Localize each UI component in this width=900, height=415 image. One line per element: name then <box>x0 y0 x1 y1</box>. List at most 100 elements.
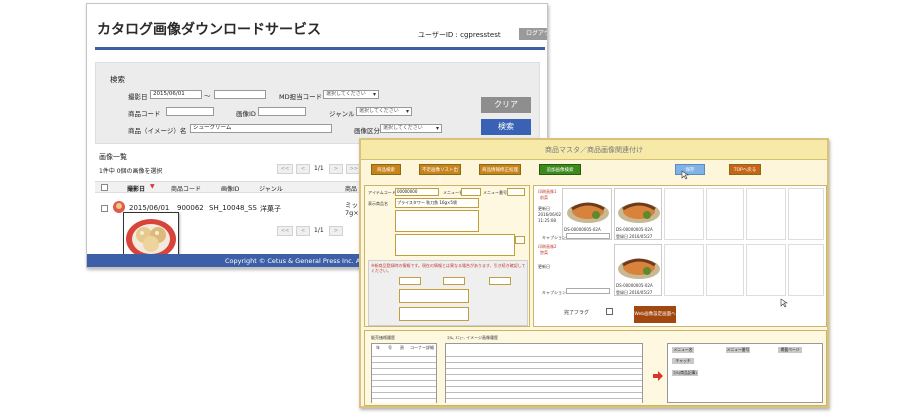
search-button[interactable]: 検索 <box>481 119 531 135</box>
date-tilde: 〜 <box>204 92 211 100</box>
select-all-checkbox[interactable] <box>101 184 108 191</box>
sales-history-table[interactable]: 年 号 頁 コーナー詳細 <box>371 343 437 403</box>
date-from-input[interactable]: 2015/06/01 <box>150 90 202 99</box>
menu-no-label: メニュー番号 <box>483 190 507 195</box>
image-slot-2f[interactable] <box>788 244 824 296</box>
caption-label: キャプション <box>542 235 566 240</box>
product-name-input[interactable]: シュークリーム <box>190 124 332 133</box>
image-slot-1f[interactable] <box>788 188 824 240</box>
notice-panel: ※新商品登録時の情報です。現在の情報とは異なる場合があります、引き続き確認してく… <box>368 260 528 326</box>
sort-desc-icon[interactable]: ▼ <box>150 183 155 190</box>
prev-page-button[interactable]: < <box>296 164 310 174</box>
row-product-name: ミッ <box>345 201 358 209</box>
product-code-input[interactable] <box>166 107 214 116</box>
reg-date: 2016/05/27 <box>629 234 653 239</box>
image-slot-2d[interactable] <box>706 244 744 296</box>
md-code-label: MD担当コード <box>279 93 323 101</box>
web-image-setting-button[interactable]: Web画像設定画面へ <box>634 306 676 323</box>
header-bar <box>95 47 545 50</box>
product-code-label: 商品コード <box>128 110 161 118</box>
new-product-spec-field[interactable] <box>489 277 511 285</box>
col-product: 商品 <box>345 186 358 193</box>
display-name-field[interactable]: プライスタワー 秋刀魚 16g×5袋 <box>395 198 479 208</box>
logout-button[interactable]: ログアウト <box>519 28 547 40</box>
image-type-select[interactable]: 選択してください <box>380 124 442 133</box>
date-to-input[interactable] <box>214 90 266 99</box>
image-slot-2c[interactable] <box>664 244 704 296</box>
note-small-field[interactable] <box>515 236 525 244</box>
reg-date-2: 2016/05/27 <box>629 290 653 295</box>
new-product-code-field[interactable] <box>399 277 421 285</box>
image-slot-1d[interactable] <box>706 188 744 240</box>
page-header[interactable]: 掲載ページ <box>778 347 802 353</box>
clear-button[interactable]: クリア <box>481 97 531 113</box>
fish-dish-image <box>567 202 609 223</box>
col-date[interactable]: 撮影日 <box>127 184 145 193</box>
back-to-top-button[interactable]: TOPへ戻る <box>729 164 761 175</box>
menu-number-header[interactable]: メニュー番号 <box>726 347 750 353</box>
image-type-label: 画像区分 <box>354 127 380 135</box>
column-history-label: ｺﾗﾑ, ﾒﾆｭｰ, イメージ画像履歴 <box>447 335 499 340</box>
new-product-name-field[interactable] <box>443 277 465 285</box>
md-code-select[interactable]: 選択してください <box>323 90 379 99</box>
page-indicator-bottom: 1/1 <box>314 227 324 234</box>
image-slot-2e[interactable] <box>746 244 786 296</box>
item-code-field[interactable]: 00000000 <box>395 188 439 196</box>
search-heading: 検索 <box>110 75 125 84</box>
display-name-label: 表示商品名 <box>368 201 388 206</box>
image-slot-1c[interactable] <box>664 188 704 240</box>
menu-link-area: メニュー名 メニュー番号 掲載ページ キャッチ ｺﾗﾑ(商品記事) <box>667 343 823 403</box>
product-info-edit-button[interactable]: 商品情報修正処理 <box>479 164 521 175</box>
menu-no-field[interactable] <box>507 188 525 196</box>
menu-name-field[interactable] <box>461 188 481 196</box>
image-slot-2b[interactable]: DS-00000005-02A 登録日 2016/05/27 <box>614 244 662 296</box>
first-page-button[interactable]: << <box>277 164 293 174</box>
column-history-table[interactable] <box>445 343 643 403</box>
product-name-label: 商品（イメージ）名 <box>128 127 187 135</box>
new-product-remarks-field[interactable] <box>399 307 469 321</box>
add-image-search-button[interactable]: 追加画像検索 <box>539 164 581 175</box>
reg-date-2b: 登録日 2016/05/27 <box>616 290 652 296</box>
print-image2-sub: 惣菜 <box>540 250 548 255</box>
mouse-cursor-icon-2 <box>780 298 788 308</box>
menu-name-label: メニュー名 <box>443 190 463 195</box>
next-page-button[interactable]: > <box>329 164 343 174</box>
menu-name-button[interactable]: メニュー名 <box>672 347 694 353</box>
row-checkbox[interactable] <box>101 205 108 212</box>
img-code-1a: DS-00000005-02A <box>564 227 601 232</box>
first-page-button-bottom[interactable]: << <box>277 226 293 236</box>
next-page-button-bottom[interactable]: > <box>329 226 343 236</box>
complete-flag-checkbox[interactable] <box>606 308 613 315</box>
mouse-cursor-icon <box>681 170 689 180</box>
row-product-size: 7g× <box>345 209 359 217</box>
column-rows <box>446 351 642 403</box>
catch-button[interactable]: キャッチ <box>672 358 694 364</box>
new-product-desc-field[interactable] <box>399 289 469 303</box>
product-master-window: 商品マスタ／商品画像関連付け 商品検索 不足画像リスト出力 商品情報修正処理 追… <box>359 138 829 408</box>
row-image-id: SH_10048_SS <box>209 204 257 212</box>
row-date: 2015/06/01 <box>129 204 170 212</box>
genre-select[interactable]: 選択してください <box>356 107 412 116</box>
image-id-input[interactable] <box>258 107 306 116</box>
arrow-right-icon <box>653 371 663 381</box>
user-id: ユーザーID : cgpresstest <box>418 31 501 39</box>
product-detail-field[interactable] <box>395 210 479 232</box>
selection-count: 1件中 0個の画像を選択 <box>99 168 163 175</box>
complete-flag-label: 完了フラグ <box>564 310 590 316</box>
column-article-button[interactable]: ｺﾗﾑ(商品記事) <box>672 370 698 376</box>
col-genre: ジャンル <box>259 186 283 193</box>
fish-dish-image-2 <box>618 202 660 223</box>
product-note-field[interactable] <box>395 234 515 256</box>
prev-page-button-bottom[interactable]: < <box>296 226 310 236</box>
image-slot-1e[interactable] <box>746 188 786 240</box>
product-search-button[interactable]: 商品検索 <box>371 164 401 175</box>
image-slot-1b[interactable]: DS-00000005-02A 登録日 2016/05/27 <box>614 188 662 240</box>
caption-field-2[interactable] <box>566 288 610 294</box>
save-button[interactable]: 保存 <box>675 164 705 175</box>
copyright: Copyright © Cetus & General Press Inc. A… <box>225 257 364 265</box>
missing-image-list-button[interactable]: 不足画像リスト出力 <box>419 164 461 184</box>
hist-rows <box>372 351 436 403</box>
date-label: 撮影日 <box>128 93 148 101</box>
caption-field-1[interactable] <box>566 233 610 239</box>
row-product-code: 900062 <box>177 204 204 212</box>
